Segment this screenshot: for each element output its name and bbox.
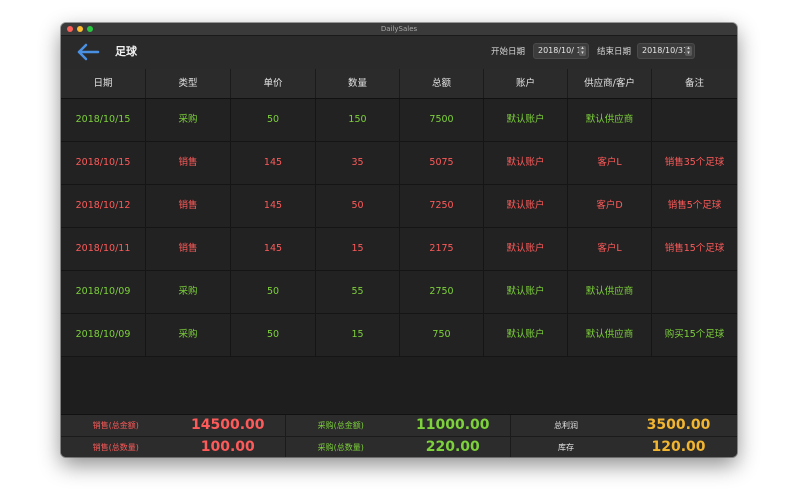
cell-quantity: 15 <box>316 314 400 356</box>
cell-supplier-customer: 客户L <box>568 228 652 270</box>
table-row[interactable]: 2018/10/09 采购 50 15 750 默认账户 默认供应商 购买15个足球 <box>61 314 737 357</box>
sales-amount-value: 14500.00 <box>191 417 265 433</box>
column-header-note[interactable]: 备注 <box>652 69 737 98</box>
purchase-amount-value: 11000.00 <box>416 417 490 433</box>
end-date-picker[interactable]: 2018/10/31 ▴ ▾ <box>637 43 695 59</box>
window-title: DailySales <box>380 25 418 33</box>
table-row[interactable]: 2018/10/15 销售 145 35 5075 默认账户 客户L 销售35个足球 <box>61 142 737 185</box>
cell-unit-price: 50 <box>231 271 316 313</box>
profit-value: 3500.00 <box>646 417 711 433</box>
cell-quantity: 50 <box>316 185 400 227</box>
table-row[interactable]: 2018/10/15 采购 50 150 7500 默认账户 默认供应商 <box>61 99 737 142</box>
table-row[interactable]: 2018/10/11 销售 145 15 2175 默认账户 客户L 销售15个足球 <box>61 228 737 271</box>
cell-total: 5075 <box>400 142 484 184</box>
back-button[interactable] <box>75 42 101 62</box>
cell-account: 默认账户 <box>484 271 568 313</box>
cell-account: 默认账户 <box>484 314 568 356</box>
cell-note <box>652 99 737 141</box>
cell-note: 销售5个足球 <box>667 200 722 211</box>
cell-type: 采购 <box>146 99 231 141</box>
sales-amount-label: 销售(总金额) <box>92 421 139 430</box>
cell-quantity: 55 <box>316 271 400 313</box>
cell-unit-price: 145 <box>231 142 316 184</box>
cell-date: 2018/10/15 <box>61 99 146 141</box>
purchase-amount-label: 采购(总金额) <box>317 421 364 430</box>
table-header: 日期 类型 单价 数量 总额 账户 供应商/客户 备注 <box>61 69 737 99</box>
cell-date: 2018/10/11 <box>61 228 146 270</box>
cell-supplier-customer: 客户L <box>568 142 652 184</box>
cell-supplier-customer: 默认供应商 <box>568 271 652 313</box>
cell-account: 默认账户 <box>484 142 568 184</box>
cell-total: 7500 <box>400 99 484 141</box>
sales-quantity-value: 100.00 <box>200 439 255 455</box>
title-bar: DailySales <box>61 23 737 36</box>
cell-type: 采购 <box>146 271 231 313</box>
cell-type: 销售 <box>146 142 231 184</box>
cell-account: 默认账户 <box>484 99 568 141</box>
cell-supplier-customer: 客户D <box>568 185 652 227</box>
cell-total: 2175 <box>400 228 484 270</box>
start-date-picker[interactable]: 2018/10/ 1 ▴ ▾ <box>533 43 589 59</box>
cell-quantity: 35 <box>316 142 400 184</box>
cell-note <box>652 271 737 313</box>
end-date-label: 结束日期 <box>597 47 632 57</box>
cell-type: 销售 <box>146 228 231 270</box>
column-header-date[interactable]: 日期 <box>61 69 146 98</box>
cell-total: 750 <box>400 314 484 356</box>
app-window: DailySales 足球 开始日期 2018/10/ 1 ▴ ▾ 结束日期 20… <box>61 23 737 457</box>
table-row[interactable]: 2018/10/09 采购 50 55 2750 默认账户 默认供应商 <box>61 271 737 314</box>
stock-label: 库存 <box>558 443 574 452</box>
cell-total: 2750 <box>400 271 484 313</box>
cell-date: 2018/10/09 <box>61 314 146 356</box>
cell-account: 默认账户 <box>484 185 568 227</box>
cell-unit-price: 145 <box>231 228 316 270</box>
purchase-quantity-label: 采购(总数量) <box>317 443 364 452</box>
page-title: 足球 <box>115 45 137 58</box>
back-arrow-icon <box>77 43 100 61</box>
cell-quantity: 150 <box>316 99 400 141</box>
cell-type: 采购 <box>146 314 231 356</box>
cell-supplier-customer: 默认供应商 <box>568 314 652 356</box>
start-date-label: 开始日期 <box>491 47 526 57</box>
stock-value: 120.00 <box>651 439 706 455</box>
table-body: 2018/10/15 采购 50 150 7500 默认账户 默认供应商 2018/10/15… <box>61 99 737 413</box>
purchase-quantity-value: 220.00 <box>425 439 480 455</box>
column-header-supplier-customer[interactable]: 供应商/客户 <box>568 69 652 98</box>
cell-type: 销售 <box>146 185 231 227</box>
cell-total: 7250 <box>400 185 484 227</box>
column-header-account[interactable]: 账户 <box>484 69 568 98</box>
toolbar: 足球 开始日期 2018/10/ 1 ▴ ▾ 结束日期 2018/10/31 ▴ ▾ <box>61 36 737 69</box>
cell-date: 2018/10/12 <box>61 185 146 227</box>
cell-account: 默认账户 <box>484 228 568 270</box>
table-row[interactable]: 2018/10/12 销售 145 50 7250 默认账户 客户D 销售5个足球 <box>61 185 737 228</box>
cell-unit-price: 145 <box>231 185 316 227</box>
end-date-value: 2018/10/31 <box>642 46 689 55</box>
column-header-quantity[interactable]: 数量 <box>316 69 400 98</box>
summary-panel: 销售(总金额) 14500.00 采购(总金额) 11000.00 总利润 35… <box>61 414 737 457</box>
column-header-type[interactable]: 类型 <box>146 69 231 98</box>
start-date-stepper-icon[interactable]: ▴ ▾ <box>579 46 586 56</box>
cell-unit-price: 50 <box>231 99 316 141</box>
cell-date: 2018/10/09 <box>61 271 146 313</box>
cell-quantity: 15 <box>316 228 400 270</box>
column-header-unit-price[interactable]: 单价 <box>231 69 316 98</box>
cell-date: 2018/10/15 <box>61 142 146 184</box>
cell-note: 购买15个足球 <box>664 329 725 340</box>
sales-quantity-label: 销售(总数量) <box>92 443 139 452</box>
start-date-value: 2018/10/ 1 <box>538 46 582 55</box>
cell-note: 销售35个足球 <box>664 157 725 168</box>
cell-supplier-customer: 默认供应商 <box>568 99 652 141</box>
column-header-total[interactable]: 总额 <box>400 69 484 98</box>
profit-label: 总利润 <box>554 421 578 430</box>
end-date-stepper-icon[interactable]: ▴ ▾ <box>685 46 692 56</box>
cell-unit-price: 50 <box>231 314 316 356</box>
cell-note: 销售15个足球 <box>664 243 725 254</box>
